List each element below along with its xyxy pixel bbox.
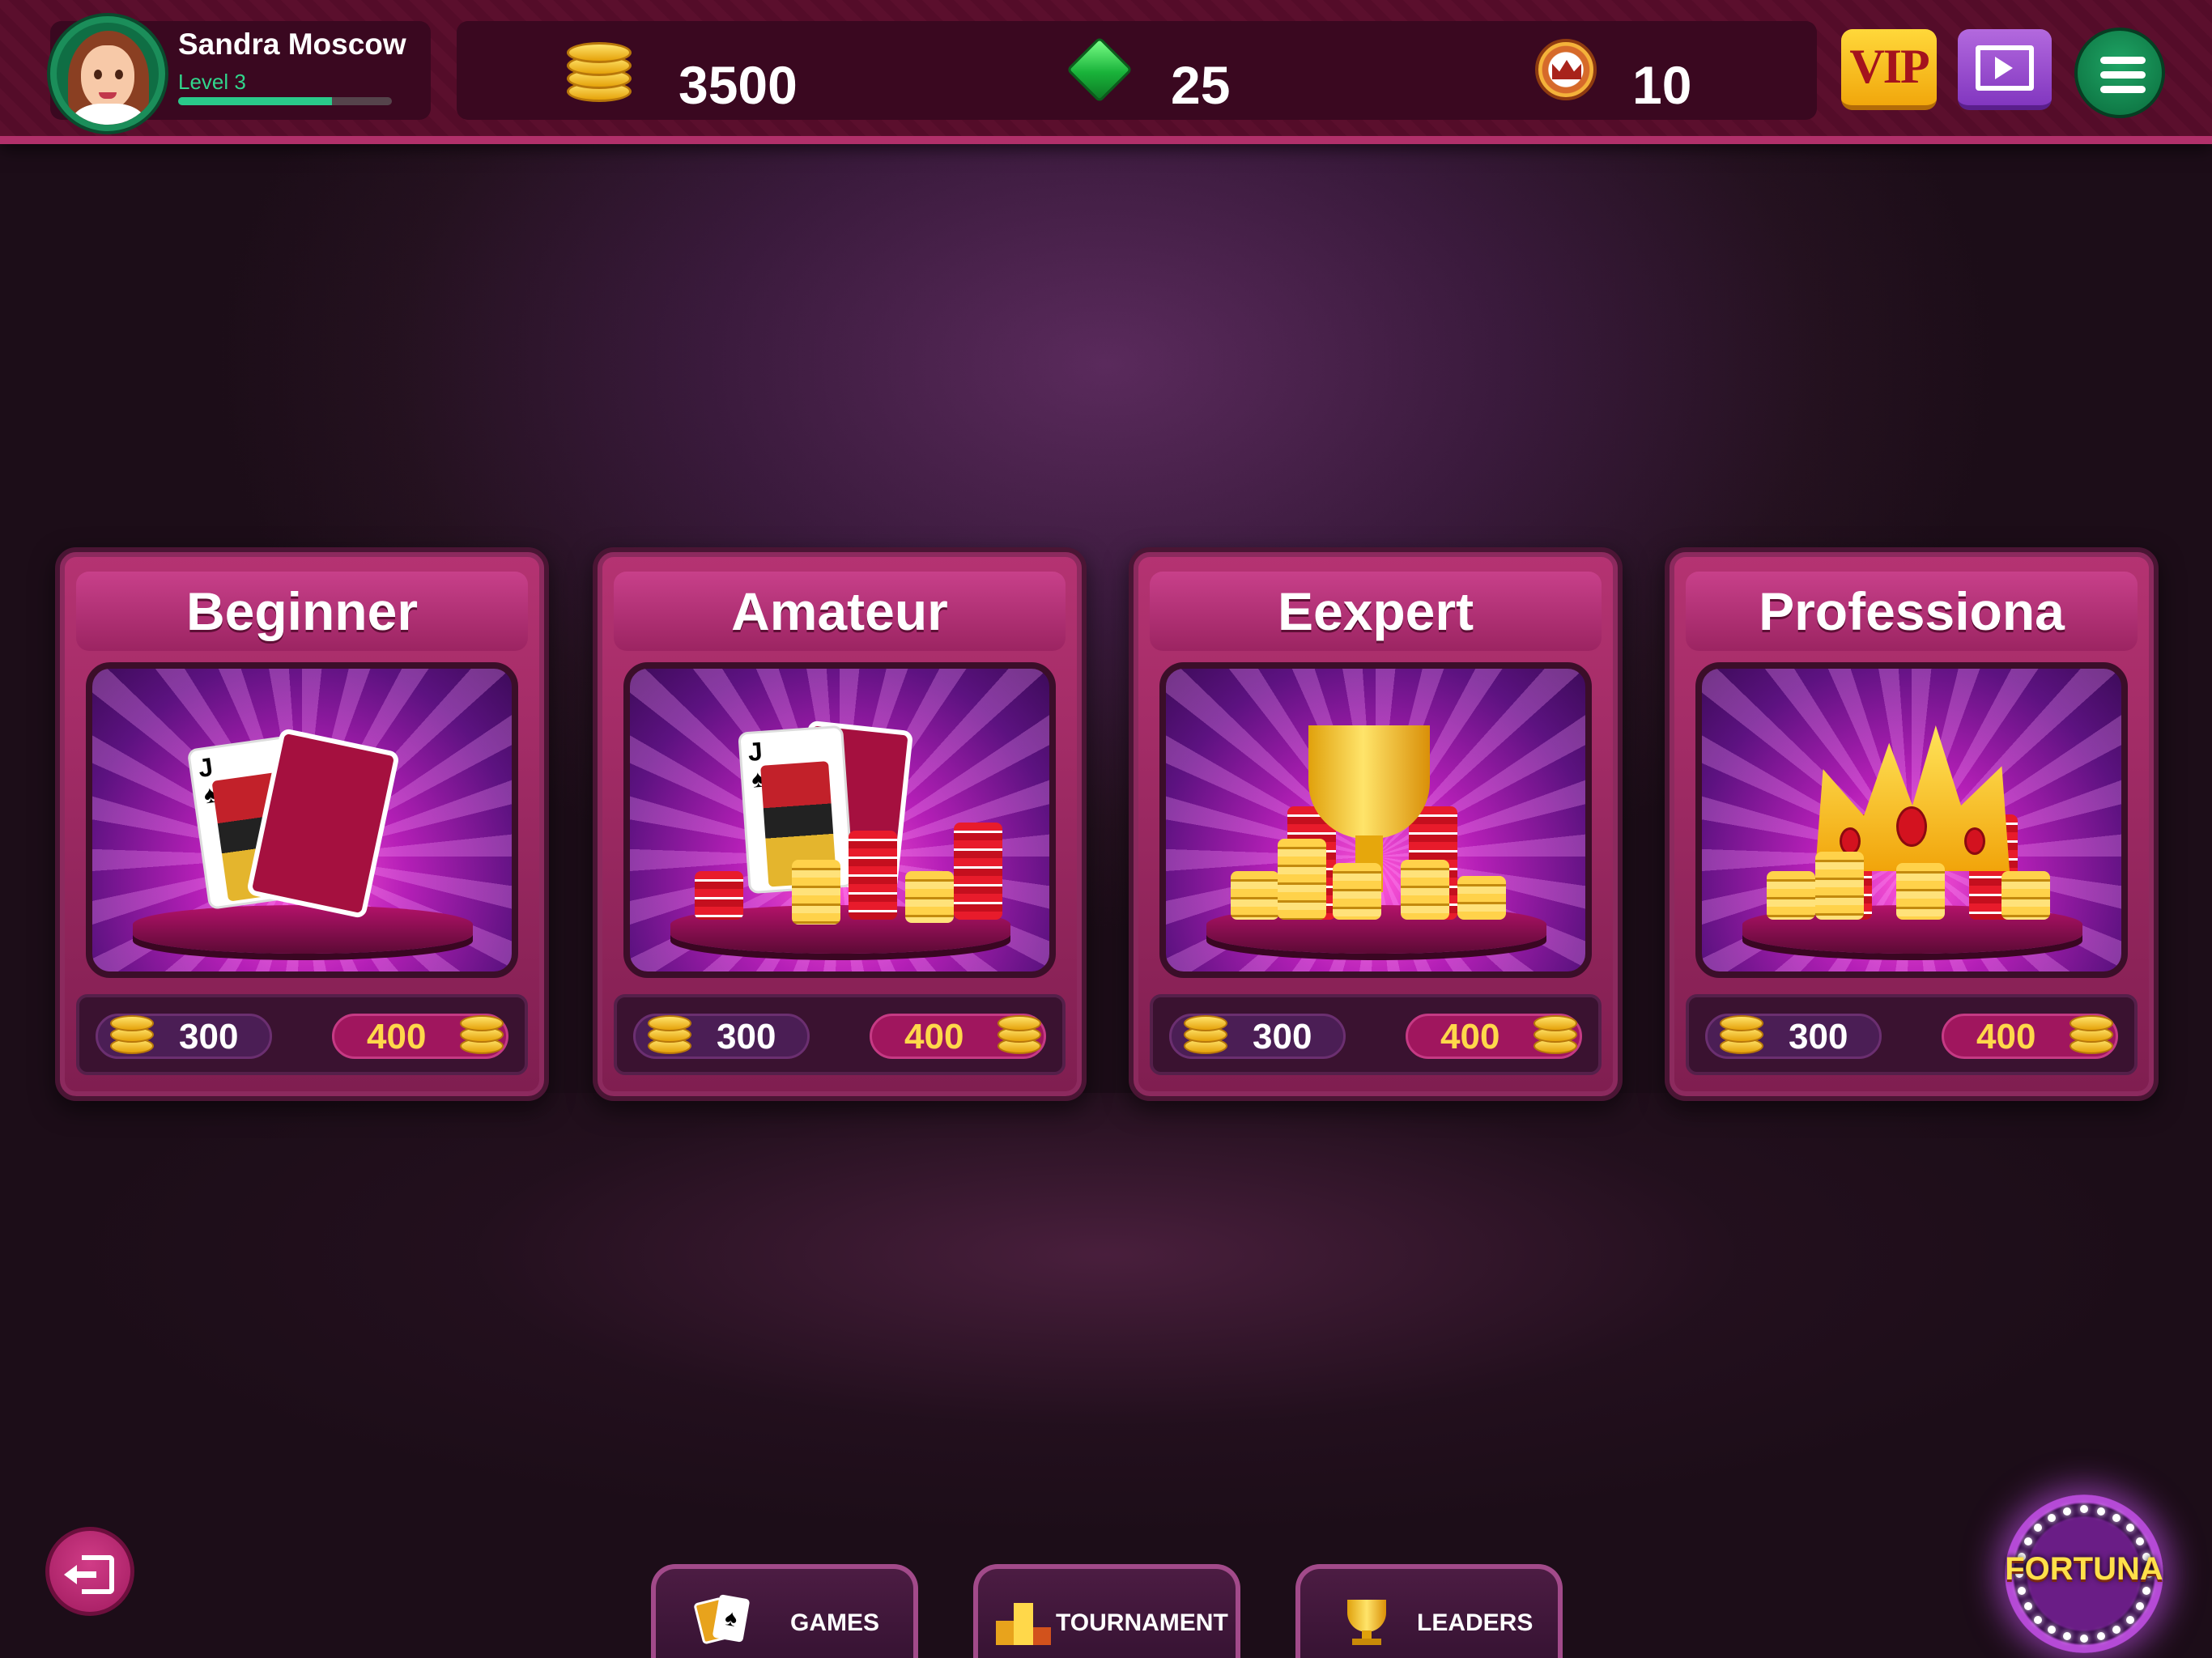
- fortuna-label: FORTUNA: [2005, 1551, 2163, 1587]
- player-level: Level 3: [178, 70, 246, 94]
- level-stakes: 300 400: [76, 994, 528, 1075]
- crowns-balance: 10: [1632, 55, 1692, 115]
- currency-panel: 3500 25 10: [457, 21, 1817, 120]
- play-icon: [1995, 57, 2013, 79]
- tab-tournament[interactable]: TOURNAMENT: [973, 1564, 1240, 1658]
- level-card-expert[interactable]: Eexpert 300 400: [1129, 547, 1623, 1101]
- chip-stack: [695, 871, 743, 920]
- menu-button[interactable]: [2074, 28, 2165, 118]
- chip-stack: [1457, 876, 1506, 920]
- chip-stack: [792, 860, 840, 925]
- chip-stack: [1231, 871, 1279, 920]
- chip-stack: [905, 871, 954, 923]
- xp-progress-bar: [178, 97, 392, 105]
- crown-illustration: [1695, 662, 2128, 978]
- level-title: Professiona: [1686, 572, 2138, 651]
- wheel-light: [2080, 1505, 2088, 1513]
- wheel-light: [2017, 1586, 2026, 1595]
- chip-stack: [1896, 863, 1945, 920]
- wheel-light: [2096, 1632, 2105, 1641]
- wheel-light: [2063, 1632, 2072, 1641]
- level-stakes: 300 400: [614, 994, 1066, 1075]
- vip-button[interactable]: VIP: [1841, 29, 1937, 110]
- chip-stack: [1815, 852, 1864, 920]
- hamburger-icon: [2100, 57, 2146, 64]
- chip-stack: [1333, 863, 1381, 920]
- trophy-icon: [1336, 1593, 1401, 1650]
- wheel-light: [2023, 1537, 2032, 1545]
- chip-stack: [849, 831, 897, 920]
- podium: [133, 905, 473, 954]
- level-title: Amateur: [614, 572, 1066, 651]
- coin-icon: [1720, 1012, 1763, 1056]
- wheel-light: [2112, 1513, 2121, 1522]
- cards-icon: ♠: [691, 1593, 756, 1650]
- level-card-beginner[interactable]: Beginner J ♠ 300 400: [55, 547, 549, 1101]
- tab-leaders-label: LEADERS: [1417, 1609, 1534, 1636]
- chip-stack: [2001, 871, 2050, 920]
- coin-icon: [110, 1012, 154, 1056]
- wheel-light: [2048, 1626, 2056, 1635]
- tab-games-label: GAMES: [790, 1609, 880, 1636]
- wheel-light: [2034, 1524, 2043, 1533]
- level-card-professional[interactable]: Professiona 300 400: [1665, 547, 2159, 1101]
- wheel-light: [2080, 1635, 2088, 1643]
- chip-stack: [1278, 839, 1326, 920]
- level-title: Beginner: [76, 572, 528, 651]
- coin-icon: [1184, 1012, 1227, 1056]
- player-avatar[interactable]: [50, 16, 165, 131]
- xp-progress-fill: [178, 97, 333, 105]
- coin-icon: [998, 1012, 1041, 1056]
- level-card-amateur[interactable]: Amateur J ♠ 300 400: [593, 547, 1087, 1101]
- coin-icon: [2069, 1012, 2113, 1056]
- wheel-light: [2136, 1537, 2145, 1545]
- trophy-illustration: [1159, 662, 1592, 978]
- coins-icon: [567, 39, 632, 104]
- wheel-light: [2023, 1602, 2032, 1610]
- playing-cards-illustration: J ♠: [86, 662, 518, 978]
- video-reward-button[interactable]: [1958, 29, 2052, 110]
- wheel-light: [2034, 1615, 2043, 1624]
- podium-icon: [991, 1593, 1056, 1650]
- wheel-light: [2136, 1602, 2145, 1610]
- level-stakes: 300 400: [1150, 994, 1602, 1075]
- top-bar: Sandra Moscow Level 3 3500 25 10 VIP: [0, 0, 2212, 144]
- wheel-light: [2125, 1524, 2134, 1533]
- coin-icon: [648, 1012, 691, 1056]
- coins-balance: 3500: [678, 55, 798, 115]
- gem-icon: [1066, 36, 1134, 104]
- tab-games[interactable]: ♠ GAMES: [651, 1564, 918, 1658]
- level-stakes: 300 400: [1686, 994, 2138, 1075]
- wheel-light: [2096, 1507, 2105, 1516]
- wheel-light: [2142, 1586, 2151, 1595]
- coin-icon: [460, 1012, 504, 1056]
- chip-stack: [1767, 871, 1815, 920]
- tab-leaders[interactable]: LEADERS: [1295, 1564, 1563, 1658]
- wheel-light: [2063, 1507, 2072, 1516]
- chip-stack: [1401, 860, 1449, 920]
- wheel-light: [2048, 1513, 2056, 1522]
- wheel-light: [2112, 1626, 2121, 1635]
- coin-icon: [1534, 1012, 1577, 1056]
- tab-tournament-label: TOURNAMENT: [1056, 1609, 1228, 1636]
- gems-balance: 25: [1171, 55, 1231, 115]
- exit-button[interactable]: [45, 1527, 134, 1616]
- chip-stack: [954, 823, 1002, 920]
- player-name: Sandra Moscow: [178, 28, 406, 61]
- cards-and-chips-illustration: J ♠: [623, 662, 1056, 978]
- level-title: Eexpert: [1150, 572, 1602, 651]
- trophy-icon: [1308, 725, 1430, 839]
- crown-icon: [1535, 39, 1597, 100]
- wheel-light: [2125, 1615, 2134, 1624]
